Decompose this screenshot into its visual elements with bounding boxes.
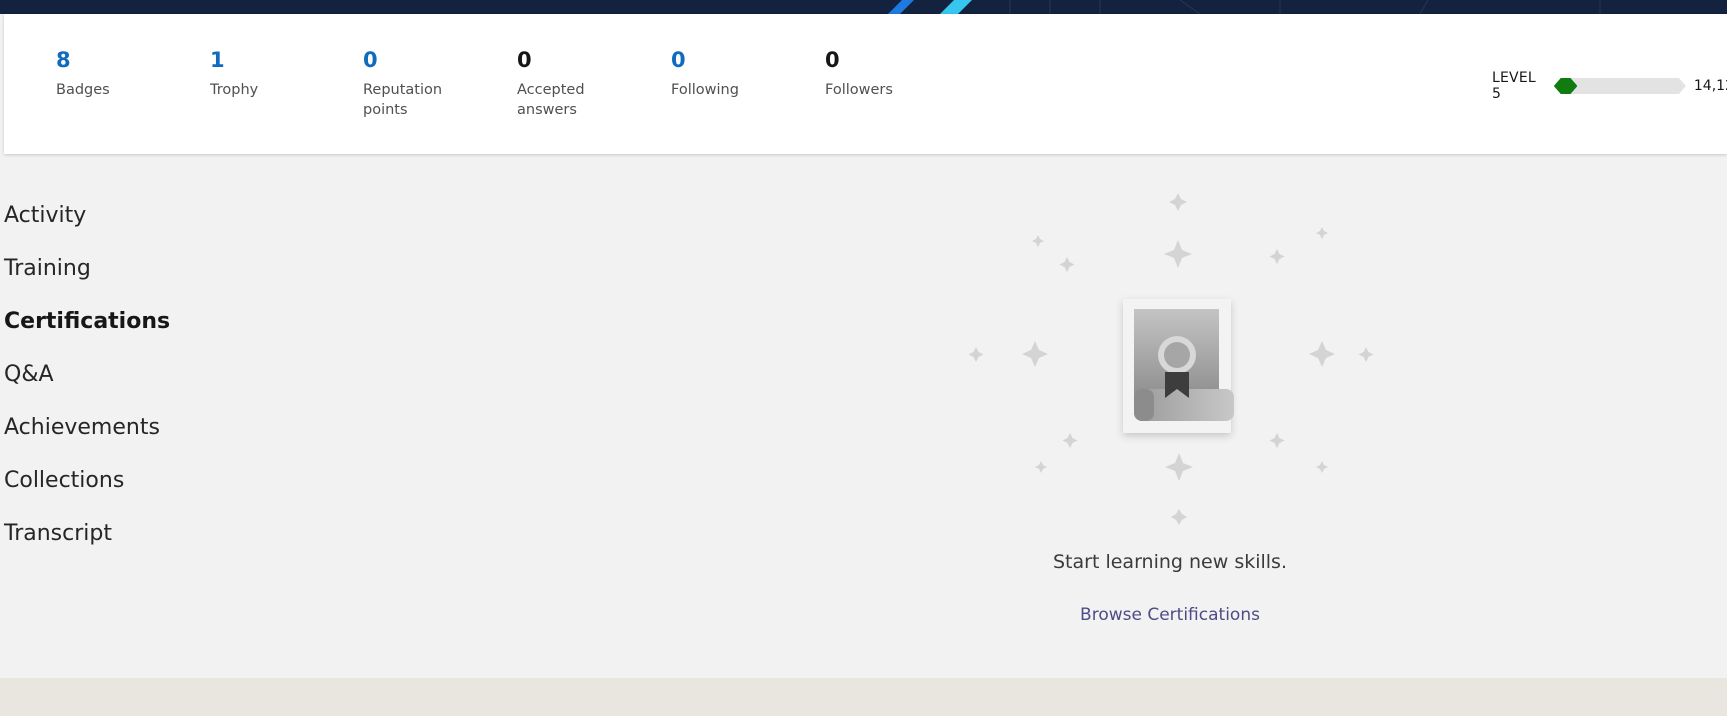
profile-side-nav: Activity Training Certifications Q&A Ach… — [4, 182, 244, 567]
level-progress-track — [1554, 78, 1686, 94]
stat-accepted-answers[interactable]: 0 Accepted answers — [517, 46, 637, 120]
browse-certifications-link[interactable]: Browse Certifications — [950, 605, 1390, 625]
level-label: LEVEL 5 — [1492, 70, 1536, 102]
stat-value: 1 — [210, 48, 225, 72]
certificate-icon — [1123, 299, 1234, 433]
stat-label: Followers — [825, 82, 893, 98]
stat-label: Following — [671, 82, 739, 98]
top-banner — [0, 0, 1727, 14]
stat-label: Trophy — [210, 82, 259, 98]
banner-decoration — [888, 0, 1601, 14]
empty-state-message: Start learning new skills. — [1053, 551, 1287, 573]
level-xp: 14,12 — [1693, 78, 1727, 94]
stat-value: 0 — [671, 48, 686, 72]
stat-label: Accepted answers — [517, 82, 585, 118]
footer-band — [0, 678, 1727, 716]
stat-value: 0 — [363, 48, 378, 72]
level-progress-fill — [1554, 78, 1578, 94]
stat-followers[interactable]: 0 Followers — [825, 46, 945, 100]
certificate-illustration — [968, 193, 1374, 525]
stat-trophy[interactable]: 1 Trophy — [210, 46, 330, 100]
level-indicator: LEVEL 5 14,12 — [1492, 70, 1727, 102]
stat-value: 0 — [517, 48, 532, 72]
stat-following[interactable]: 0 Following — [671, 46, 791, 100]
stat-reputation-points[interactable]: 0 Reputation points — [363, 46, 483, 120]
profile-stats-card: 8 Badges 1 Trophy 0 Reputation points 0 … — [4, 14, 1727, 154]
stat-label: Reputation points — [363, 82, 443, 118]
stat-badges[interactable]: 8 Badges — [56, 46, 176, 100]
stat-value: 8 — [56, 48, 71, 72]
stat-label: Badges — [56, 82, 110, 98]
stat-value: 0 — [825, 48, 840, 72]
